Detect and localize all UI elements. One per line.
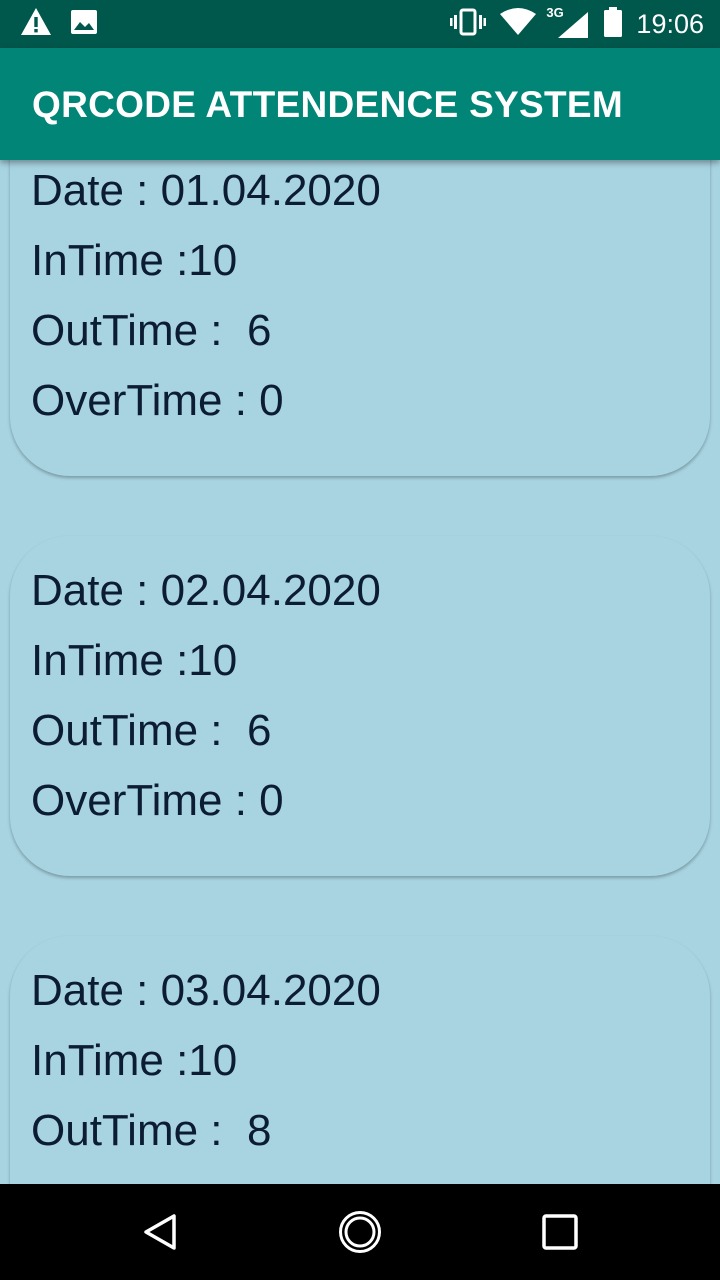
in-time-text: InTime :10 [31, 236, 238, 285]
attendance-card[interactable]: Date : 01.04.2020 InTime :10 OutTime : 6… [10, 160, 710, 476]
attendance-card[interactable]: Date : 03.04.2020 InTime :10 OutTime : 8 [10, 936, 710, 1184]
date-text: Date : 02.04.2020 [31, 566, 381, 615]
navigation-bar [0, 1184, 720, 1280]
status-bar-right: 3G 19:06 [450, 5, 704, 42]
date-text: Date : 03.04.2020 [31, 966, 381, 1015]
over-time-text: OverTime : 0 [31, 376, 284, 425]
recents-icon[interactable] [542, 1214, 578, 1250]
back-icon[interactable] [140, 1212, 180, 1252]
battery-icon [604, 6, 623, 42]
signal-icon: 3G [546, 5, 590, 40]
wifi-icon [500, 7, 537, 41]
in-time-text: InTime :10 [31, 1036, 238, 1085]
out-time-text: OutTime : 8 [31, 1106, 272, 1155]
status-bar-left [20, 7, 98, 42]
over-time-text: OverTime : 0 [31, 776, 284, 825]
attendance-card[interactable]: Date : 02.04.2020 InTime :10 OutTime : 6… [10, 536, 710, 876]
out-time-text: OutTime : 6 [31, 706, 272, 755]
home-icon[interactable] [338, 1210, 382, 1254]
vibrate-icon [450, 8, 487, 41]
image-icon [70, 8, 98, 41]
attendance-list[interactable]: Date : 01.04.2020 InTime :10 OutTime : 6… [0, 160, 720, 1184]
status-time: 19:06 [636, 8, 704, 39]
date-text: Date : 01.04.2020 [31, 166, 381, 215]
in-time-text: InTime :10 [31, 636, 238, 685]
status-bar: 3G 19:06 [0, 0, 720, 48]
app-bar: QRCODE ATTENDENCE SYSTEM [0, 48, 720, 160]
warning-icon [20, 7, 52, 42]
out-time-text: OutTime : 6 [31, 306, 272, 355]
app-title: QRCODE ATTENDENCE SYSTEM [32, 84, 624, 125]
